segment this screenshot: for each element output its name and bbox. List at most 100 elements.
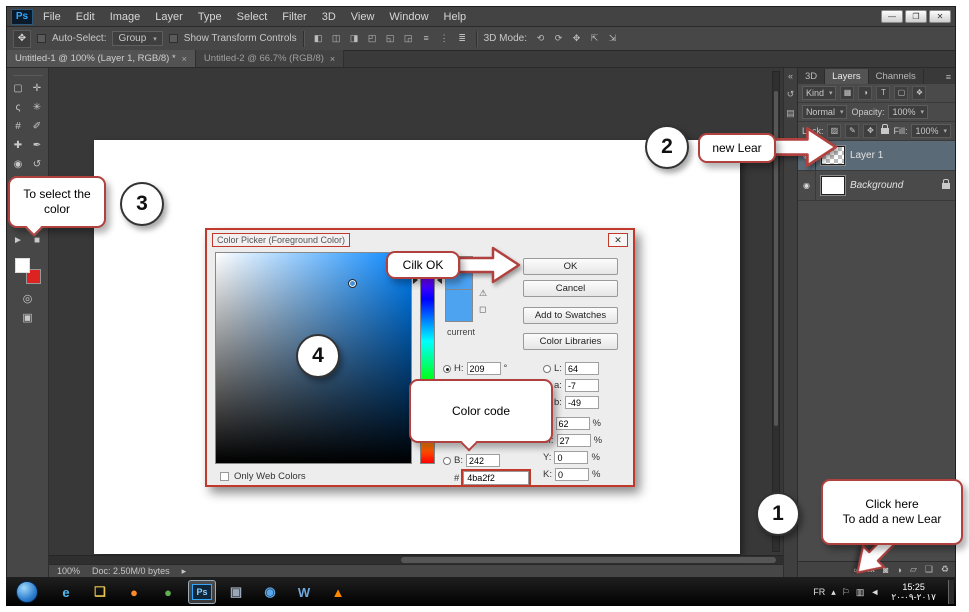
cmyk-y-input[interactable] — [554, 451, 589, 464]
history-panel-icon[interactable]: ↺ — [787, 89, 795, 100]
align-left-edges-icon[interactable]: ◧ — [311, 31, 326, 46]
firefox-icon[interactable]: ● — [120, 580, 148, 604]
auto-select-checkbox[interactable] — [37, 34, 46, 43]
align-right-edges-icon[interactable]: ◨ — [347, 31, 362, 46]
web-color-cube-icon[interactable]: ◻ — [479, 304, 486, 315]
cancel-button[interactable]: Cancel — [523, 280, 618, 297]
align-top-edges-icon[interactable]: ◰ — [365, 31, 380, 46]
quick-mask-button[interactable]: ◎ — [22, 292, 33, 305]
filter-kind-dropdown[interactable]: Kind ▾ — [801, 86, 837, 100]
cmyk-c-input[interactable] — [555, 417, 590, 430]
expand-panels-icon[interactable]: « — [788, 71, 793, 81]
internet-explorer-icon[interactable]: e — [52, 580, 80, 604]
filter-smart-objects-icon[interactable]: ❖ — [912, 86, 927, 100]
properties-panel-icon[interactable]: ▤ — [786, 108, 795, 119]
fill-dropdown[interactable]: 100% ▾ — [911, 124, 951, 138]
distribute-top-icon[interactable]: ≡ — [419, 31, 434, 46]
quick-selection-tool[interactable]: ✳ — [28, 98, 47, 117]
auto-select-scope-dropdown[interactable]: Group ▾ — [112, 31, 163, 46]
cmyk-m-input[interactable] — [556, 434, 591, 447]
lock-image-pixels-icon[interactable]: ✎ — [845, 124, 860, 138]
radio-icon[interactable] — [443, 456, 451, 465]
radio-selected-icon[interactable] — [443, 364, 451, 373]
adjustment-layer-icon[interactable]: ◑ — [896, 565, 901, 575]
add-to-swatches-button[interactable]: Add to Swatches — [523, 307, 618, 324]
delete-layer-icon[interactable]: ♻ — [941, 564, 949, 575]
menu-select[interactable]: Select — [237, 11, 268, 23]
close-tab-icon[interactable]: × — [330, 54, 335, 64]
restore-button[interactable]: ❐ — [905, 10, 927, 23]
lock-position-icon[interactable]: ✥ — [863, 124, 878, 138]
background-name[interactable]: Background — [850, 180, 903, 191]
menu-layer[interactable]: Layer — [155, 11, 183, 23]
cmyk-k-input[interactable] — [554, 468, 589, 481]
filter-pixel-layers-icon[interactable]: ▦ — [840, 86, 855, 100]
network-icon[interactable]: ▥ — [856, 587, 865, 598]
tab-3d[interactable]: 3D — [798, 69, 826, 84]
menu-help[interactable]: Help — [444, 11, 467, 23]
document-tab-untitled1[interactable]: Untitled-1 @ 100% (Layer 1, RGB/8) * × — [7, 50, 196, 67]
crop-tool[interactable]: # — [9, 117, 28, 136]
blend-mode-dropdown[interactable]: Normal ▾ — [801, 105, 848, 119]
minimize-button[interactable]: — — [881, 10, 903, 23]
show-hidden-icons[interactable]: ▴ — [831, 587, 836, 598]
opacity-dropdown[interactable]: 100% ▾ — [888, 105, 929, 119]
show-desktop-button[interactable] — [948, 580, 954, 604]
brush-tool[interactable]: ✒ — [28, 136, 47, 155]
show-transform-checkbox[interactable] — [168, 34, 178, 43]
3d-drag-icon[interactable]: ✥ — [569, 31, 584, 46]
lab-b-input[interactable] — [564, 396, 599, 409]
3d-rotate-icon[interactable]: ⟲ — [533, 31, 548, 46]
close-tab-icon[interactable]: × — [182, 54, 187, 64]
new-layer-icon[interactable]: ❏ — [925, 564, 933, 575]
gamut-warning-icon[interactable]: ⚠ — [479, 288, 487, 299]
lab-a-input[interactable] — [564, 379, 599, 392]
layer-row-background[interactable]: ◉ Background — [797, 171, 955, 201]
zoom-level[interactable]: 100% — [57, 566, 80, 576]
status-arrow-icon[interactable]: ▸ — [182, 566, 187, 577]
layer-group-icon[interactable]: ▱ — [910, 564, 917, 575]
ok-button[interactable]: OK — [523, 258, 618, 275]
menu-3d[interactable]: 3D — [322, 11, 336, 23]
color-libraries-button[interactable]: Color Libraries — [523, 333, 618, 350]
menu-edit[interactable]: Edit — [76, 11, 95, 23]
foreground-color-swatch[interactable] — [14, 258, 30, 273]
lab-l-input[interactable] — [564, 362, 599, 375]
path-selection-tool[interactable]: ► — [9, 231, 28, 250]
history-brush-tool[interactable]: ↺ — [28, 155, 47, 174]
menu-image[interactable]: Image — [110, 11, 141, 23]
lock-all-icon[interactable] — [881, 124, 890, 134]
move-tool[interactable]: ✛ — [28, 79, 47, 98]
screen-mode-button[interactable]: ▣ — [22, 311, 32, 324]
clone-stamp-tool[interactable]: ◉ — [9, 155, 28, 174]
lasso-tool[interactable]: ς — [9, 98, 28, 117]
filter-adjustment-layers-icon[interactable]: ◑ — [858, 86, 873, 100]
color-field-marker[interactable] — [348, 279, 357, 288]
align-vertical-centers-icon[interactable]: ◱ — [383, 31, 398, 46]
photoshop-taskbar-icon[interactable]: Ps — [188, 580, 216, 604]
background-thumbnail[interactable] — [819, 175, 846, 196]
menu-type[interactable]: Type — [198, 11, 222, 23]
distribute-bottom-icon[interactable]: ≣ — [455, 31, 470, 46]
filter-type-layers-icon[interactable]: T — [876, 86, 891, 100]
rgb-blue-input[interactable] — [465, 454, 500, 467]
menu-file[interactable]: File — [43, 11, 61, 23]
horizontal-scrollbar[interactable] — [49, 555, 783, 564]
photo-viewer-icon[interactable]: ▣ — [222, 580, 250, 604]
3d-slide-icon[interactable]: ⇱ — [587, 31, 602, 46]
eyedropper-tool[interactable]: ✐ — [28, 117, 47, 136]
close-button[interactable]: ✕ — [929, 10, 951, 23]
only-web-colors-checkbox[interactable] — [220, 472, 229, 481]
align-horizontal-centers-icon[interactable]: ◫ — [329, 31, 344, 46]
hex-input[interactable] — [461, 469, 532, 487]
tab-channels[interactable]: Channels — [869, 69, 924, 84]
menu-view[interactable]: View — [351, 11, 375, 23]
chrome-icon[interactable]: ● — [154, 580, 182, 604]
panel-menu-icon[interactable]: ≡ — [946, 72, 955, 84]
windows-explorer-icon[interactable]: ❑ — [86, 580, 114, 604]
radio-icon[interactable] — [543, 364, 551, 373]
word-icon[interactable]: W — [290, 580, 318, 604]
distribute-vertical-icon[interactable]: ⋮ — [437, 31, 452, 46]
vlc-icon[interactable]: ▲ — [324, 580, 352, 604]
align-bottom-edges-icon[interactable]: ◲ — [401, 31, 416, 46]
